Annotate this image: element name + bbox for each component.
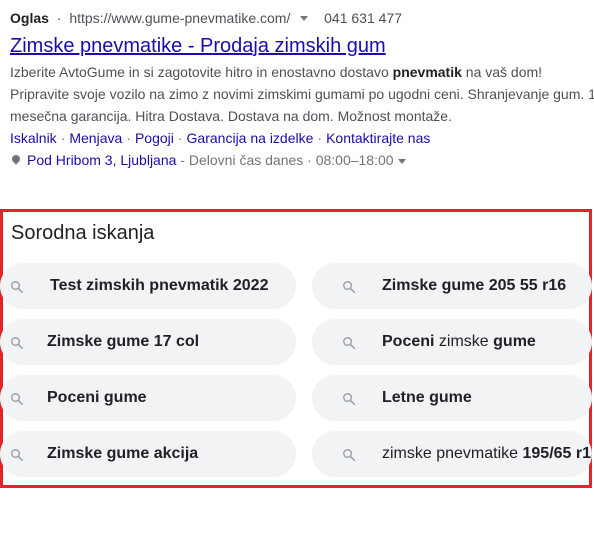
ad-phone[interactable]: 041 631 477 xyxy=(324,10,402,26)
chip-label-bold: Zimske gume akcija xyxy=(47,445,199,462)
search-icon xyxy=(343,337,356,350)
chip-label: Poceni gume xyxy=(47,388,147,408)
chip-label-bold: Letne gume xyxy=(382,389,472,406)
ad-desc-line3: mesečna garancija. Hitra Dostava. Dostav… xyxy=(10,108,452,124)
ad-sitelinks: Iskalnik · Menjava · Pogoji · Garancija na izd… xyxy=(10,127,594,149)
chip-label: Zimske gume akcija xyxy=(47,444,198,464)
ad-desc-line1-bold: pnevmatik xyxy=(392,64,462,80)
opening-hours: - Delovni čas danes · 08:00–18:00 xyxy=(176,152,394,168)
related-search-chip[interactable]: Zimske gume 205 55 r16 xyxy=(312,263,592,309)
sitelink-separator: · xyxy=(60,130,66,146)
sitelink-separator: · xyxy=(177,130,183,146)
chip-label-bold: Zimske gume 205 55 r16 xyxy=(382,277,567,294)
chip-label: Poceni zimske gume xyxy=(382,332,536,352)
chip-label: Zimske gume 205 55 r16 xyxy=(382,276,566,296)
ad-url[interactable]: https://www.gume-pnevmatike.com/ xyxy=(69,10,290,26)
search-icon xyxy=(343,449,356,462)
ad-desc-line1-pre: Izberite AvtoGume in si zagotovite hitro… xyxy=(10,64,393,80)
chip-label-plain: zimske xyxy=(434,333,494,350)
chip-label: Zimske gume 17 col xyxy=(47,332,199,352)
chip-label: zimske pnevmatike 195/65 r15 xyxy=(382,444,592,464)
search-icon xyxy=(343,281,356,294)
ad-description: Izberite AvtoGume in si zagotovite hitro… xyxy=(10,61,594,127)
chip-label-bold: Poceni xyxy=(382,333,435,350)
search-icon xyxy=(11,281,24,294)
related-search-chip[interactable]: Poceni gume xyxy=(0,375,296,421)
search-icon xyxy=(11,393,24,406)
related-search-chip[interactable]: Letne gume xyxy=(312,375,592,421)
ad-desc-line1-post: na vaš dom! xyxy=(461,64,543,80)
chip-label: Test zimskih pnevmatik 2022 xyxy=(50,276,268,296)
chip-label-bold: 195/65 r15 xyxy=(522,445,593,462)
sitelink-menjava[interactable]: Menjava xyxy=(69,130,122,146)
chip-label: Letne gume xyxy=(382,388,472,408)
chip-label-bold: gume xyxy=(493,333,536,350)
related-search-chip[interactable]: Poceni zimske gume xyxy=(312,319,592,365)
chevron-down-icon[interactable] xyxy=(397,158,406,164)
ad-location: Pod Hribom 3, Ljubljana - Delovni čas da… xyxy=(10,149,594,171)
sitelink-separator: · xyxy=(317,130,323,146)
ad-dot-separator: · xyxy=(56,10,62,26)
location-link[interactable]: Pod Hribom 3, Ljubljana xyxy=(27,152,176,168)
ad-title-link[interactable]: Zimske pnevmatike - Prodaja zimskih gum xyxy=(10,33,594,59)
ad-desc-line2: Pripravite svoje vozilo na zimo z novimi… xyxy=(10,86,594,102)
sitelink-separator: · xyxy=(126,130,131,146)
sitelink-iskalnik[interactable]: Iskalnik xyxy=(10,130,57,146)
sponsored-result: Oglas · https://www.gume-pnevmatike.com/… xyxy=(10,8,594,171)
related-search-chip[interactable]: Zimske gume akcija xyxy=(0,431,296,477)
related-search-chip[interactable]: Zimske gume 17 col xyxy=(0,319,296,365)
related-searches: Sorodna iskanja Test zimskih pnevmatik 2… xyxy=(0,209,592,488)
chevron-down-icon[interactable] xyxy=(300,15,309,21)
chip-label-bold: Zimske gume 17 col xyxy=(47,333,200,350)
chip-label-bold: Poceni gume xyxy=(47,389,147,406)
location-pin-icon xyxy=(10,153,22,165)
sitelink-garancija[interactable]: Garancija na izdelke xyxy=(187,130,314,146)
sitelink-kontakt[interactable]: Kontaktirajte nas xyxy=(326,130,430,146)
ad-label: Oglas xyxy=(10,10,49,26)
search-icon xyxy=(11,337,24,350)
related-searches-title: Sorodna iskanja xyxy=(11,222,155,244)
chip-label-bold: Test zimskih pnevmatik 2022 xyxy=(50,277,269,294)
search-icon xyxy=(343,393,356,406)
search-icon xyxy=(11,449,24,462)
sitelink-pogoji[interactable]: Pogoji xyxy=(135,130,174,146)
chip-label-plain: zimske pnevmatike xyxy=(382,445,523,462)
related-search-chip[interactable]: zimske pnevmatike 195/65 r15 xyxy=(312,431,592,477)
ad-header: Oglas · https://www.gume-pnevmatike.com/… xyxy=(10,8,594,28)
related-search-chip[interactable]: Test zimskih pnevmatik 2022 xyxy=(0,263,296,309)
